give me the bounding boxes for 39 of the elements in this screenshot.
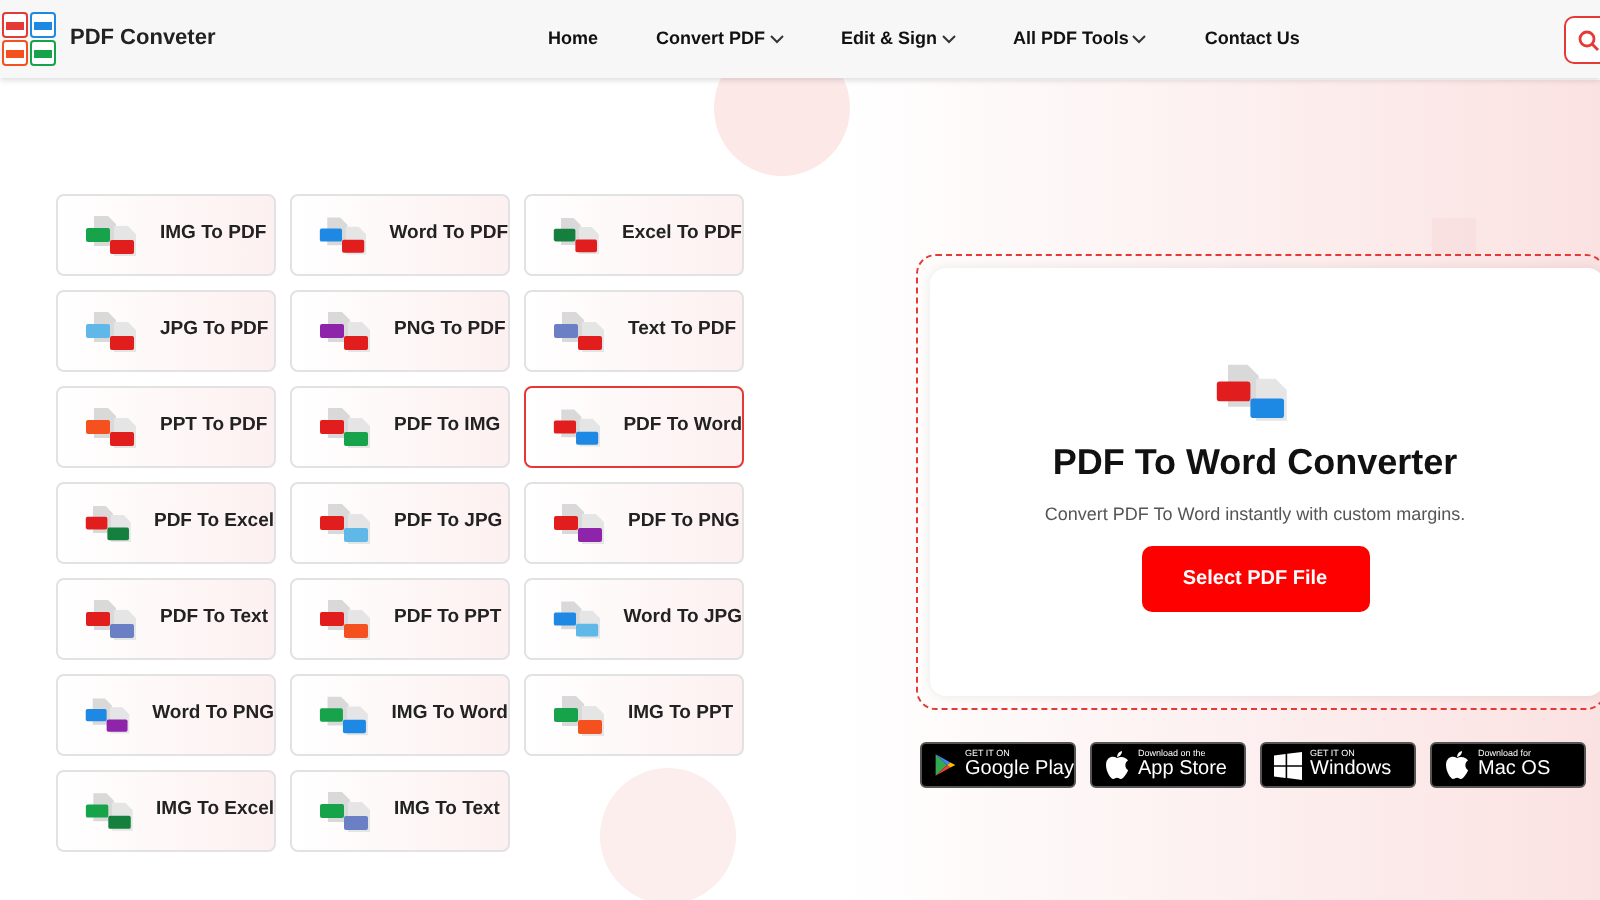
tool-button[interactable]: JPG To PDF [56, 290, 276, 372]
apple-icon [1444, 750, 1470, 780]
windows-icon [1274, 751, 1302, 779]
badge-title: App Store [1138, 759, 1227, 780]
tool-button[interactable]: PDF To Text [56, 578, 276, 660]
tool-button[interactable]: Excel To PDF [524, 194, 744, 276]
tool-button[interactable]: PDF To JPG [290, 482, 510, 564]
tool-button[interactable]: IMG To Word [290, 674, 510, 756]
nav-link[interactable]: Convert PDF [656, 25, 784, 53]
tool-button[interactable]: PDF To PPT [290, 578, 510, 660]
tool-button[interactable]: PDF To IMG [290, 386, 510, 468]
nav-link[interactable]: Edit & Sign [841, 25, 956, 53]
play-icon [934, 750, 958, 780]
faint-square [1432, 218, 1476, 254]
nav-link[interactable]: Contact Us [1204, 25, 1300, 53]
apple-icon [1104, 750, 1130, 780]
tool-button[interactable]: Word To JPG [524, 578, 744, 660]
badge-title: Google Play [965, 759, 1074, 780]
tool-button[interactable]: PDF To Word [524, 386, 744, 468]
brand-name[interactable]: PDF Conveter [70, 22, 216, 56]
tool-button[interactable]: IMG To Text [290, 770, 510, 852]
select-file-button[interactable]: Select PDF File [1141, 546, 1369, 613]
badge-title: Mac OS [1478, 759, 1551, 780]
search-icon [1578, 29, 1600, 51]
tool-button[interactable]: IMG To PDF [56, 194, 276, 276]
tool-button[interactable]: PNG To PDF [290, 290, 510, 372]
tool-button[interactable]: PDF To Excel [56, 482, 276, 564]
tool-button[interactable]: IMG To PPT [524, 674, 744, 756]
tool-button[interactable]: PPT To PDF [56, 386, 276, 468]
tool-button[interactable]: Text To PDF [524, 290, 744, 372]
nav-link[interactable]: Home [548, 25, 599, 53]
badge-title: Windows [1310, 759, 1392, 780]
tool-button[interactable]: Word To PDF [290, 194, 510, 276]
converter-subtitle: Convert PDF To Word instantly with custom margins. [1044, 501, 1466, 528]
converter-title: PDF To Word Converter [1052, 439, 1458, 486]
tool-button[interactable]: Word To PNG [56, 674, 276, 756]
nav-link[interactable]: All PDF Tools [1013, 25, 1147, 53]
tool-button[interactable]: IMG To Excel [56, 770, 276, 852]
tool-button[interactable]: PDF To PNG [524, 482, 744, 564]
